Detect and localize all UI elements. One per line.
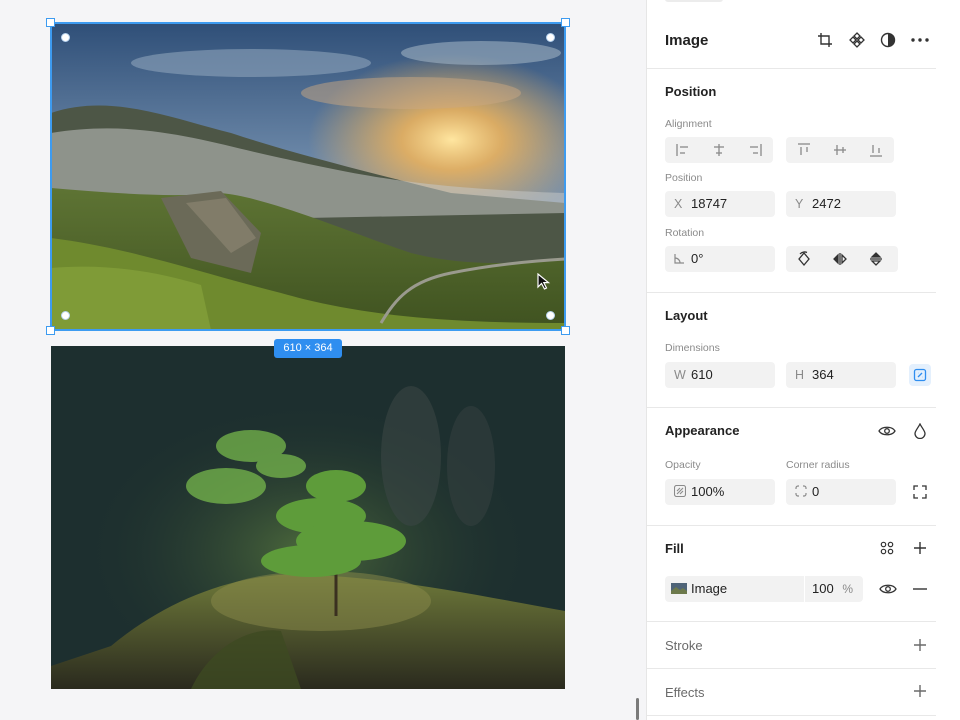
fill-section: Fill Image 100 % <box>647 526 937 622</box>
opacity-field[interactable]: 100% <box>665 479 775 505</box>
effects-section-title: Effects <box>665 685 705 700</box>
fill-section-title: Fill <box>665 541 684 556</box>
angle-icon <box>674 246 685 272</box>
y-prefix: Y <box>795 197 804 211</box>
forest-image[interactable] <box>51 346 565 689</box>
resize-handle-top-right[interactable] <box>561 18 570 27</box>
x-prefix: X <box>674 197 683 211</box>
align-top-icon[interactable] <box>786 137 822 163</box>
design-canvas[interactable]: 610 × 364 <box>0 0 646 720</box>
eye-icon[interactable] <box>876 420 898 442</box>
stroke-section-title: Stroke <box>665 638 703 653</box>
resize-handle-bottom-left[interactable] <box>46 326 55 335</box>
layout-section: Layout Dimensions W 610 H 364 <box>647 293 937 408</box>
x-position-field[interactable]: X 18747 <box>665 191 775 217</box>
position-label: Position <box>665 172 703 184</box>
corner-radius-field[interactable]: 0 <box>786 479 896 505</box>
rotation-field[interactable]: 0° <box>665 246 775 272</box>
mouse-cursor-icon <box>537 272 553 296</box>
x-value: 18747 <box>691 196 728 211</box>
opacity-value: 100% <box>691 484 725 499</box>
styles-grid-icon[interactable] <box>876 537 898 559</box>
rotation-label: Rotation <box>665 227 705 239</box>
opacity-icon <box>673 479 687 505</box>
properties-panel: Image Position Alignment Position X 1874… <box>646 0 937 720</box>
corner-radius-handle-bottom-left[interactable] <box>61 311 70 320</box>
resize-handle-bottom-right[interactable] <box>561 326 570 335</box>
blend-mode-drop-icon[interactable] <box>909 420 931 442</box>
y-value: 2472 <box>812 196 841 211</box>
add-stroke-icon[interactable] <box>909 634 931 656</box>
stroke-section: Stroke <box>647 622 937 669</box>
rotate-icon[interactable] <box>786 246 822 272</box>
panel-edge-strip <box>936 0 960 720</box>
corner-radius-label: Corner radius <box>786 459 850 471</box>
more-icon[interactable] <box>909 29 931 51</box>
canvas-scrollbar[interactable] <box>636 698 639 720</box>
layout-section-title: Layout <box>665 308 708 323</box>
component-icon[interactable] <box>846 29 868 51</box>
add-fill-icon[interactable] <box>909 537 931 559</box>
width-field[interactable]: W 610 <box>665 362 775 388</box>
resize-handle-top-left[interactable] <box>46 18 55 27</box>
fill-visibility-eye-icon[interactable] <box>877 578 899 600</box>
opacity-label: Opacity <box>665 459 701 471</box>
align-right-icon[interactable] <box>737 137 773 163</box>
corner-radius-icon <box>795 479 807 505</box>
h-prefix: H <box>795 368 805 382</box>
fill-type-label: Image <box>691 581 728 596</box>
height-field[interactable]: H 364 <box>786 362 896 388</box>
layer-type-title: Image <box>665 32 709 49</box>
align-left-icon[interactable] <box>665 137 701 163</box>
fill-divider <box>804 576 805 602</box>
fill-image-thumbnail <box>671 576 687 602</box>
corner-radius-handle-top-right[interactable] <box>546 33 555 42</box>
constrain-proportions-icon[interactable] <box>909 364 931 386</box>
align-center-horizontal-icon[interactable] <box>701 137 737 163</box>
fill-item-row[interactable]: Image 100 % <box>665 576 863 602</box>
w-prefix: W <box>674 368 686 382</box>
corner-radius-handle-top-left[interactable] <box>61 33 70 42</box>
effects-section: Effects <box>647 669 937 716</box>
crop-icon[interactable] <box>814 29 836 51</box>
independent-corners-icon[interactable] <box>909 481 931 503</box>
width-value: 610 <box>691 367 713 382</box>
horizontal-align-group <box>665 137 773 163</box>
vertical-align-group <box>786 137 894 163</box>
selection-size-badge: 610 × 364 <box>274 339 342 358</box>
dimensions-label: Dimensions <box>665 342 720 354</box>
alignment-label: Alignment <box>665 118 712 130</box>
align-bottom-icon[interactable] <box>858 137 894 163</box>
position-section-title: Position <box>665 84 717 99</box>
landscape-image[interactable] <box>51 23 565 330</box>
align-middle-vertical-icon[interactable] <box>822 137 858 163</box>
add-effect-icon[interactable] <box>909 680 931 702</box>
appearance-section-title: Appearance <box>665 423 740 438</box>
height-value: 364 <box>812 367 834 382</box>
panel-top-pill <box>665 0 723 2</box>
fill-opacity-unit: % <box>842 582 853 596</box>
transform-group <box>786 246 898 272</box>
flip-vertical-icon[interactable] <box>858 246 894 272</box>
contrast-icon[interactable] <box>877 29 899 51</box>
position-section: Position Alignment Position X 18747 Y 24… <box>647 69 937 293</box>
corner-radius-handle-bottom-right[interactable] <box>546 311 555 320</box>
flip-horizontal-icon[interactable] <box>822 246 858 272</box>
corner-radius-value: 0 <box>812 484 820 499</box>
appearance-section: Appearance Opacity Corner radius 100% 0 <box>647 408 937 526</box>
rotation-value: 0° <box>691 251 704 266</box>
panel-header: Image <box>647 12 937 69</box>
fill-opacity-value: 100 <box>812 581 834 596</box>
y-position-field[interactable]: Y 2472 <box>786 191 896 217</box>
remove-fill-icon[interactable] <box>909 578 931 600</box>
